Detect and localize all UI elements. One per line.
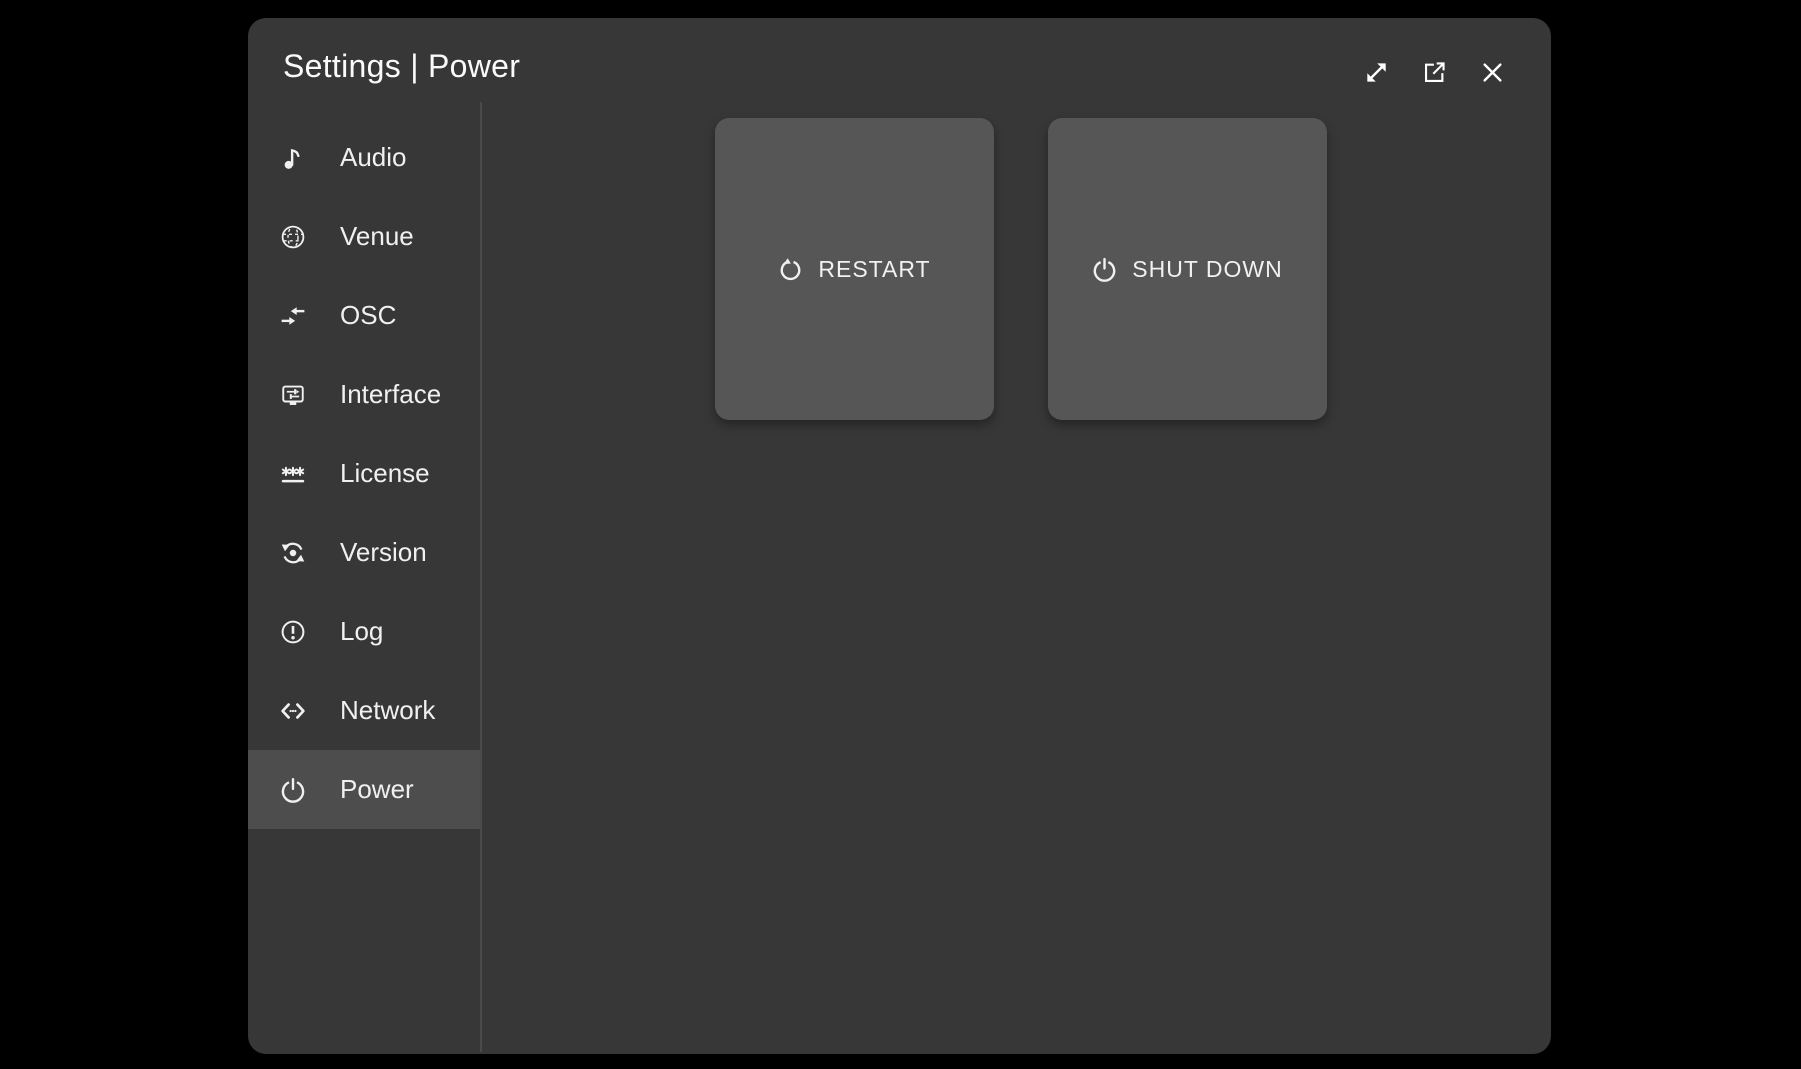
sidebar-item-label: Version — [340, 537, 427, 568]
sidebar-item-label: Power — [340, 774, 414, 805]
sidebar-item-label: OSC — [340, 300, 396, 331]
sidebar-item-label: Interface — [340, 379, 441, 410]
sidebar-item-label: Log — [340, 616, 383, 647]
sidebar-item-audio[interactable]: Audio — [248, 118, 481, 197]
open-new-window-button[interactable] — [1420, 58, 1449, 87]
fullscreen-button[interactable] — [1362, 58, 1391, 87]
globe-icon — [280, 224, 306, 250]
sidebar-item-power[interactable]: Power — [248, 750, 481, 829]
close-icon — [1478, 58, 1507, 87]
restart-button-label: RESTART — [818, 256, 930, 283]
sidebar-item-venue[interactable]: Venue — [248, 197, 481, 276]
osc-arrows-icon — [280, 303, 306, 329]
settings-dialog: Settings | Power — [248, 18, 1551, 1054]
power-icon — [1092, 257, 1117, 282]
restart-button[interactable]: RESTART — [715, 118, 994, 420]
open-in-new-window-icon — [1420, 58, 1449, 87]
shut-down-button-label: SHUT DOWN — [1132, 256, 1282, 283]
sidebar-item-label: Network — [340, 695, 435, 726]
sidebar-divider — [480, 102, 482, 1052]
sidebar-item-log[interactable]: Log — [248, 592, 481, 671]
expand-diagonal-icon — [1362, 58, 1391, 87]
sidebar-item-label: Venue — [340, 221, 414, 252]
close-button[interactable] — [1478, 58, 1507, 87]
sidebar-item-label: License — [340, 458, 430, 489]
restart-icon — [778, 257, 803, 282]
sidebar-item-osc[interactable]: OSC — [248, 276, 481, 355]
power-icon — [280, 777, 306, 803]
settings-nav: Audio Venue OS — [248, 118, 481, 829]
dialog-title: Settings | Power — [283, 48, 520, 85]
alert-circle-icon — [280, 619, 306, 645]
window-controls — [1362, 58, 1507, 87]
sidebar-item-version[interactable]: Version — [248, 513, 481, 592]
sync-icon — [280, 540, 306, 566]
shut-down-button[interactable]: SHUT DOWN — [1048, 118, 1327, 420]
sidebar-item-license[interactable]: License — [248, 434, 481, 513]
sidebar-item-label: Audio — [340, 142, 407, 173]
display-sliders-icon — [280, 382, 306, 408]
license-key-icon — [280, 461, 306, 487]
sidebar-item-network[interactable]: Network — [248, 671, 481, 750]
network-code-icon — [280, 698, 306, 724]
music-note-icon — [280, 145, 306, 171]
sidebar-item-interface[interactable]: Interface — [248, 355, 481, 434]
